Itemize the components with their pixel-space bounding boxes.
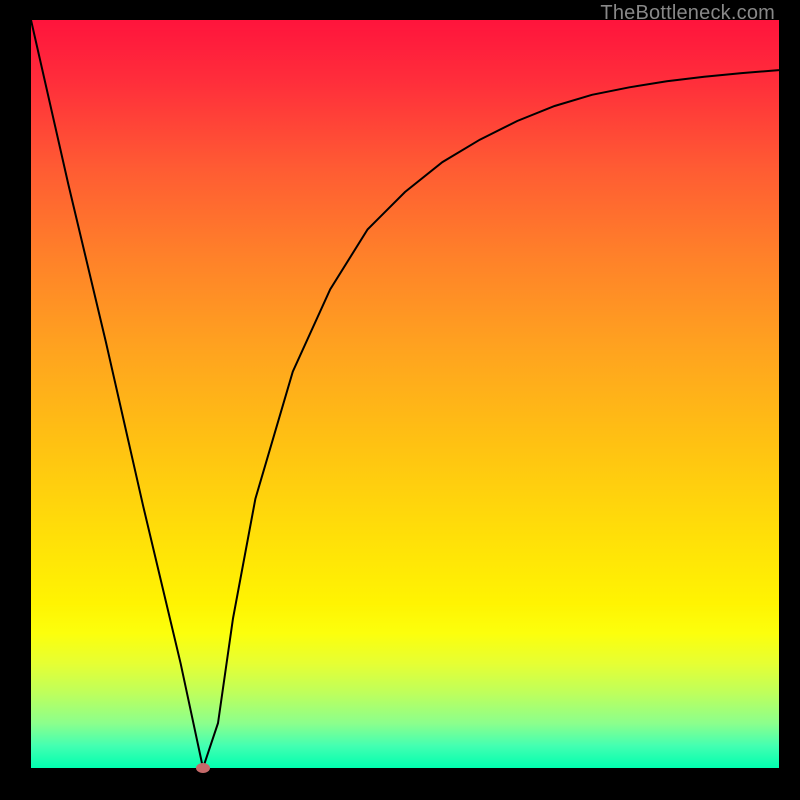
curve-path (31, 20, 779, 768)
plot-background (31, 20, 779, 768)
watermark-text: TheBottleneck.com (600, 2, 775, 25)
bottleneck-curve (31, 20, 779, 768)
chart-frame: TheBottleneck.com (0, 0, 800, 800)
optimal-point-marker (196, 763, 210, 773)
